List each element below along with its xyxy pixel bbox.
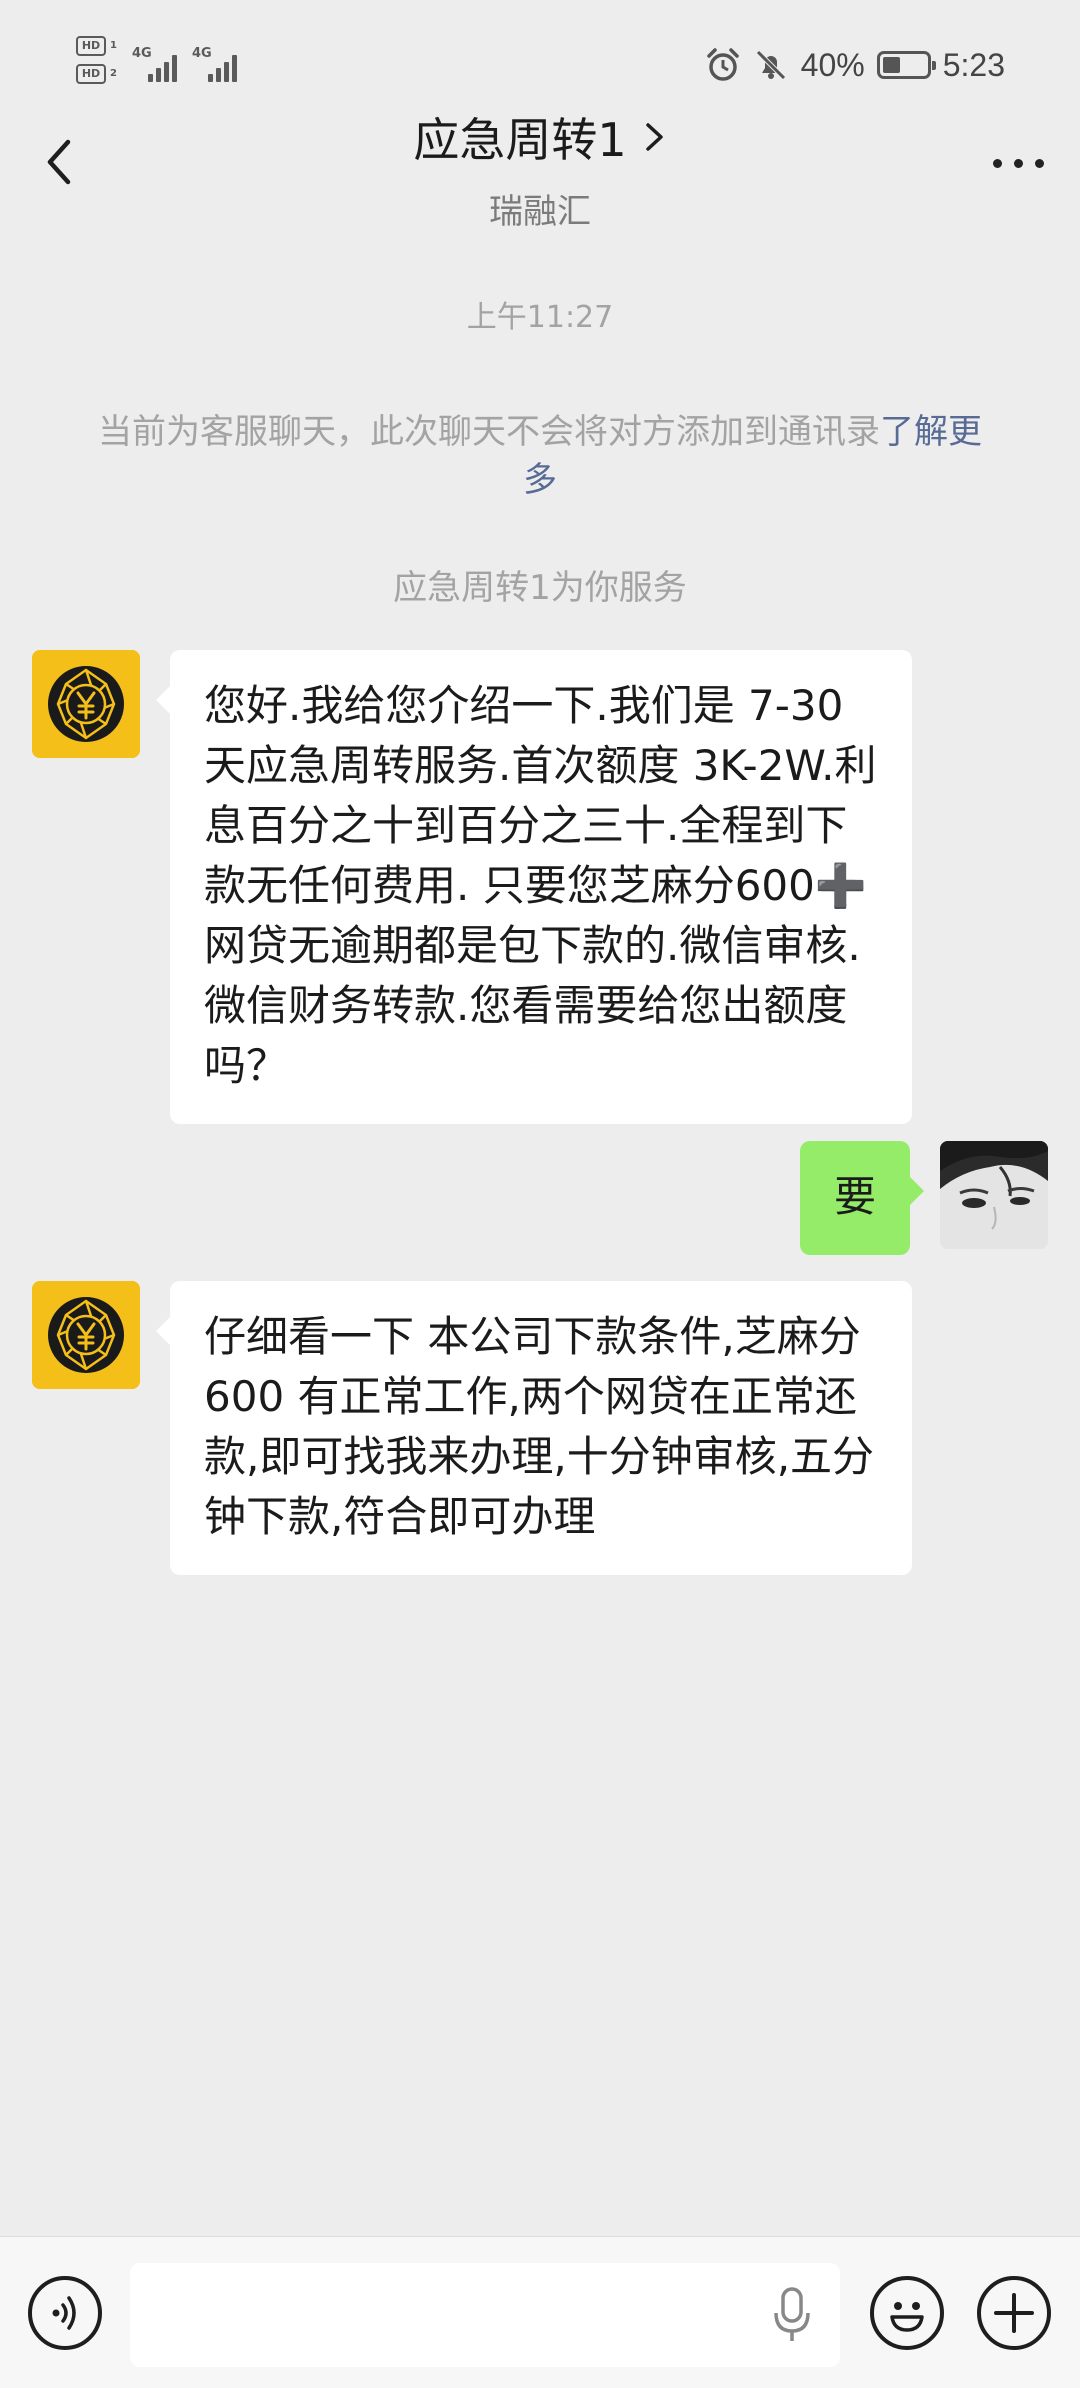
user-photo-icon [940,1141,1048,1249]
chat-header: 应急周转1 瑞融汇 [0,100,1080,233]
more-options-button[interactable] [990,148,1046,178]
signal-strength-1-icon [148,48,184,82]
more-dot-icon [992,158,1002,168]
clock: 5:23 [942,46,1005,83]
chat-subtitle: 瑞融汇 [489,192,591,232]
hd2-badge: HD [76,64,106,84]
customer-service-notice: 当前为客服聊天，此次聊天不会将对方添加到通讯录了解更多 [88,408,992,504]
message-text: 仔细看一下 本公司下款条件,芝麻分 600 有正常工作,两个网贷在正常还款,即可… [204,1312,875,1541]
yuan-coin-logo-icon [32,1281,140,1389]
outgoing-message-bubble[interactable]: 要 [800,1141,924,1255]
battery-icon [876,51,936,79]
bot-avatar[interactable] [32,650,140,758]
message-timestamp: 上午11:27 [466,300,614,335]
mute-bell-icon [755,50,786,80]
chat-input-bar [0,2236,1080,2388]
service-note: 应急周转1为你服务 [393,568,687,608]
incoming-message-bubble[interactable]: 您好.我给您介绍一下.我们是 7-30天应急周转服务.首次额度 3K-2W.利息… [156,650,912,1124]
voice-waves-icon [52,2296,76,2330]
message-input[interactable] [130,2263,840,2367]
message-text: 您好.我给您介绍一下.我们是 7-30天应急周转服务.首次额度 3K-2W.利息… [204,681,877,1090]
hd1-sub-label: 1 [110,40,117,51]
hd1-badge: HD [76,36,106,56]
chat-title-block[interactable]: 应急周转1 瑞融汇 [0,104,1080,233]
plus-icon [994,2293,1034,2333]
more-dot-icon [1034,158,1044,168]
voice-mode-button[interactable] [28,2276,102,2350]
yuan-coin-logo-icon [32,650,140,758]
user-avatar[interactable] [940,1141,1048,1249]
more-functions-button[interactable] [977,2276,1051,2350]
more-dot-icon [1013,158,1023,168]
signal-strength-2-icon [208,48,244,82]
battery-percent: 40% [800,46,865,83]
battery-level-fill [882,57,900,73]
status-indicators: 40% 5:23 [705,40,1005,90]
incoming-message-bubble[interactable]: 仔细看一下 本公司下款条件,芝麻分 600 有正常工作,两个网贷在正常还款,即可… [156,1281,912,1575]
message-text: 要 [833,1172,876,1221]
emoji-button[interactable] [870,2276,944,2350]
notice-text: 当前为客服聊天，此次聊天不会将对方添加到通讯录 [98,412,880,452]
smiley-icon [890,2302,924,2332]
hd2-sub-label: 2 [110,68,117,79]
chat-title[interactable]: 应急周转1 [413,104,626,170]
alarm-icon [706,48,739,81]
chevron-right-icon [645,123,663,151]
microphone-icon[interactable] [770,2285,814,2345]
bot-avatar[interactable] [32,1281,140,1389]
